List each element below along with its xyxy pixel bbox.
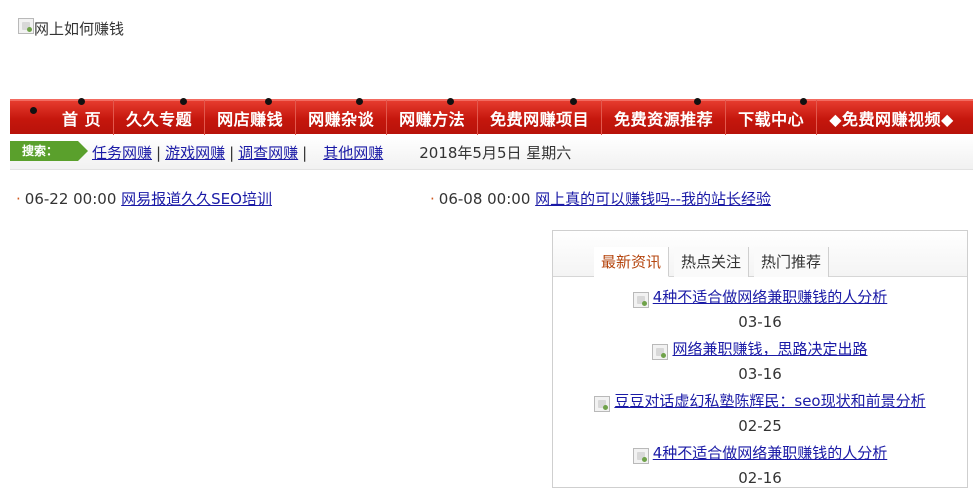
broken-image-icon <box>632 292 649 308</box>
news-time: 06-08 00:00 <box>438 190 531 208</box>
nav-item-free-videos[interactable]: ◆免费网赚视频◆ <box>816 100 966 135</box>
tab-latest[interactable]: 最新资讯 <box>594 247 670 277</box>
article-date: 03-16 <box>738 313 782 331</box>
list-item: 网络兼职赚钱，思路决定出路 03-16 <box>553 335 967 387</box>
main-nav: 首 页 久久专题 网店赚钱 网赚杂谈 网赚方法 免费网赚项目 免费资源推荐 下载… <box>10 98 973 135</box>
list-item: 4种不适合做网络兼职赚钱的人分析 03-16 <box>553 283 967 335</box>
bullet-dot-icon <box>180 98 188 105</box>
search-label: 搜索： <box>10 140 88 161</box>
article-link[interactable]: 4种不适合做网络兼职赚钱的人分析 <box>653 286 888 307</box>
broken-image-icon <box>632 448 649 464</box>
separator: | <box>229 143 235 162</box>
news-time: 06-22 00:00 <box>24 190 117 208</box>
bullet-icon: · <box>430 190 435 208</box>
bullet-dot-icon <box>800 98 808 105</box>
link-game-earning[interactable]: 游戏网赚 <box>165 142 225 163</box>
separator: | <box>156 143 162 162</box>
bullet-dot-icon <box>356 98 364 105</box>
article-link[interactable]: 豆豆对话虚幻私塾陈辉民：seo现状和前景分析 <box>614 390 925 411</box>
broken-image-icon <box>594 396 611 412</box>
article-list: 4种不适合做网络兼职赚钱的人分析 03-16 网络兼职赚钱，思路决定出路 03-… <box>553 283 967 491</box>
sub-bar: 搜索： 任务网赚 | 游戏网赚 | 调查网赚 | 其他网赚 2018年5月5日 … <box>10 136 973 170</box>
article-panel: 最新资讯 热点关注 热门推荐 4种不适合做网络兼职赚钱的人分析 03-16 网络… <box>552 230 968 488</box>
nav-item-downloads[interactable]: 下载中心 <box>725 98 816 135</box>
nav-item-methods[interactable]: 网赚方法 <box>386 98 477 135</box>
nav-item-home[interactable]: 首 页 <box>50 98 113 135</box>
list-item: 豆豆对话虚幻私塾陈辉民：seo现状和前景分析 02-25 <box>553 387 967 439</box>
nav-item-talk[interactable]: 网赚杂谈 <box>295 98 386 135</box>
news-item: · 06-22 00:00 网易报道久久SEO培训 <box>16 188 272 209</box>
article-link[interactable]: 4种不适合做网络兼职赚钱的人分析 <box>653 442 888 463</box>
nav-item-free-projects[interactable]: 免费网赚项目 <box>477 98 601 135</box>
bullet-dot-icon <box>570 98 578 105</box>
nav-item-shop-earning[interactable]: 网店赚钱 <box>204 98 295 135</box>
nav-item-jiujiu-topics[interactable]: 久久专题 <box>113 98 204 135</box>
article-link[interactable]: 网络兼职赚钱，思路决定出路 <box>672 338 867 359</box>
tab-recommended[interactable]: 热门推荐 <box>754 247 830 277</box>
tab-bar: 最新资讯 热点关注 热门推荐 <box>553 231 967 277</box>
bullet-dot-icon <box>694 98 702 105</box>
tab-hot[interactable]: 热点关注 <box>674 247 750 277</box>
separator: | <box>302 143 308 162</box>
link-other-earning[interactable]: 其他网赚 <box>323 142 383 163</box>
article-date: 02-16 <box>738 469 782 487</box>
article-date: 03-16 <box>738 365 782 383</box>
bullet-dot-icon <box>78 98 85 105</box>
bullet-dot-icon <box>447 98 455 105</box>
site-logo[interactable]: 网上如何赚钱 <box>18 18 124 40</box>
category-links: 任务网赚 | 游戏网赚 | 调查网赚 | 其他网赚 <box>92 142 383 163</box>
bullet-icon: · <box>16 190 21 208</box>
list-item: 4种不适合做网络兼职赚钱的人分析 02-16 <box>553 439 967 491</box>
link-task-earning[interactable]: 任务网赚 <box>92 142 152 163</box>
news-link[interactable]: 网上真的可以赚钱吗--我的站长经验 <box>535 190 771 208</box>
link-survey-earning[interactable]: 调查网赚 <box>238 142 298 163</box>
broken-image-icon <box>18 18 34 34</box>
nav-lead <box>10 100 50 135</box>
current-date: 2018年5月5日 星期六 <box>419 144 572 162</box>
bullet-dot-icon <box>265 98 273 105</box>
news-link[interactable]: 网易报道久久SEO培训 <box>121 190 272 208</box>
news-item: · 06-08 00:00 网上真的可以赚钱吗--我的站长经验 <box>430 188 771 209</box>
bullet-dot-icon <box>30 107 37 114</box>
logo-alt-text: 网上如何赚钱 <box>34 20 125 38</box>
nav-item-free-resources[interactable]: 免费资源推荐 <box>601 98 725 135</box>
article-date: 02-25 <box>738 417 782 435</box>
broken-image-icon <box>652 344 669 360</box>
